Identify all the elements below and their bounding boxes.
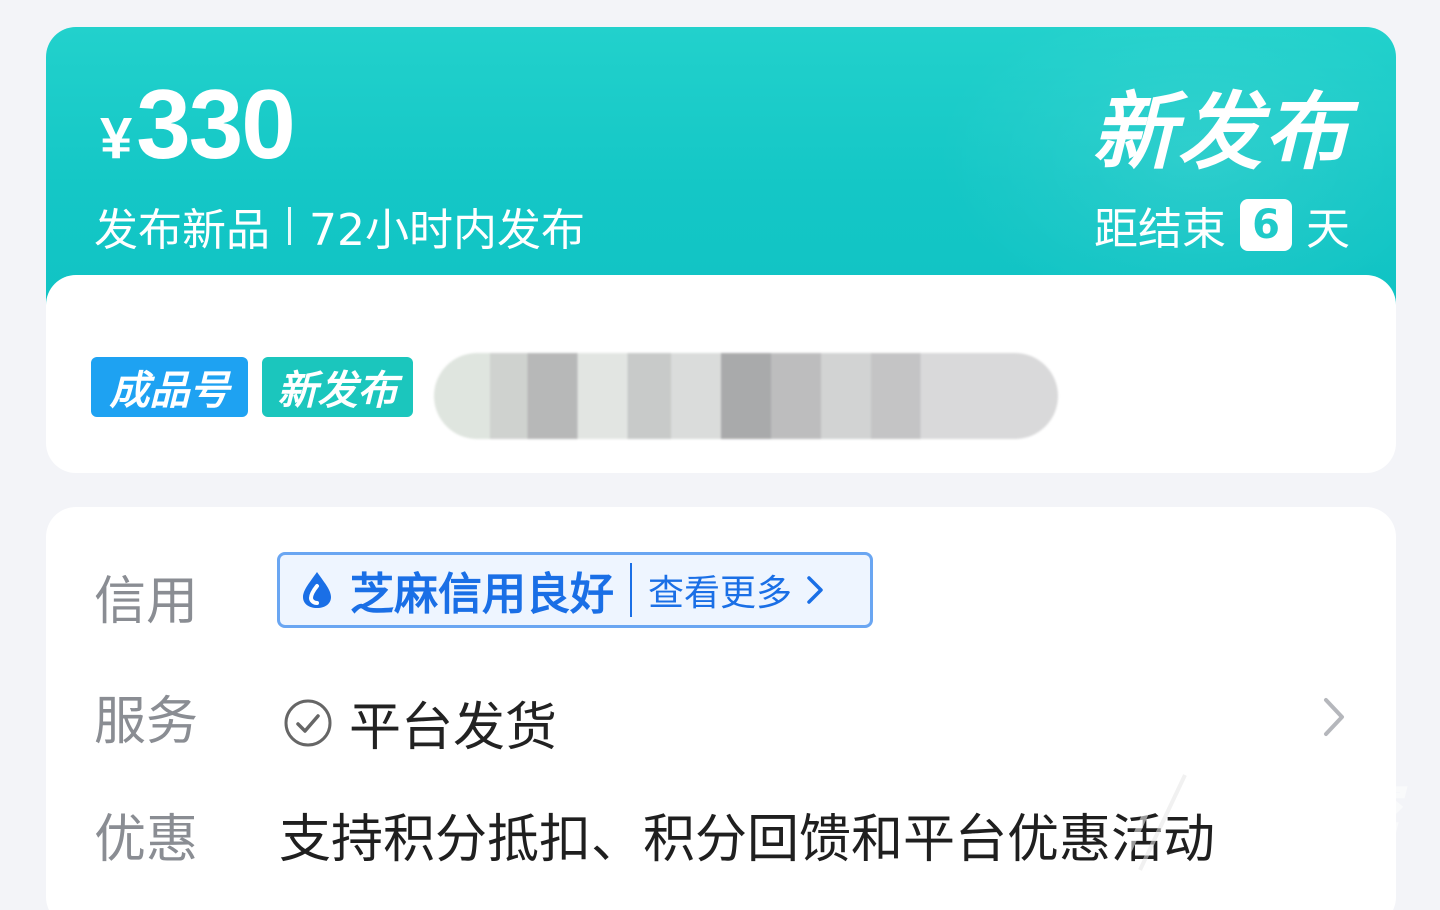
countdown: 距结束 6 天 xyxy=(1094,193,1350,257)
discount-label: 优惠 xyxy=(94,810,199,870)
tag-finished-account: 成品号 xyxy=(91,357,248,417)
jiuyou-watermark-logo: 九游 xyxy=(1117,757,1408,873)
service-value: 平台发货 xyxy=(349,698,558,758)
status-title: 新发布 xyxy=(1091,83,1350,181)
subtitle-left: 发布新品 xyxy=(94,205,270,256)
countdown-suffix: 天 xyxy=(1306,204,1350,255)
countdown-prefix: 距结束 xyxy=(1094,204,1226,255)
credit-divider xyxy=(630,563,632,617)
sesame-drop-icon xyxy=(303,572,331,608)
credit-label: 信用 xyxy=(94,572,199,632)
subtitle-right: 72小时内发布 xyxy=(309,205,585,256)
countdown-days: 6 xyxy=(1240,199,1292,251)
discount-value: 支持积分抵扣、积分回馈和平台优惠活动 xyxy=(279,810,1216,870)
currency-symbol: ¥ xyxy=(100,106,132,171)
price: ¥ 330 xyxy=(100,69,296,179)
tag-new-release: 新发布 xyxy=(262,357,413,417)
credit-badge[interactable]: 芝麻信用良好 查看更多 xyxy=(277,552,873,628)
subtitle-separator xyxy=(288,207,291,245)
chevron-right-icon xyxy=(807,576,823,604)
service-label: 服务 xyxy=(94,692,199,752)
check-circle-icon xyxy=(284,699,332,746)
blurred-listing-title xyxy=(434,353,1058,439)
credit-status: 芝麻信用良好 xyxy=(350,569,614,620)
service-chevron-right-icon[interactable] xyxy=(1320,696,1348,738)
banner-subtitle: 发布新品 72小时内发布 xyxy=(94,194,585,258)
service-row[interactable]: 平台发货 xyxy=(283,685,557,760)
view-more-link[interactable]: 查看更多 xyxy=(648,564,792,616)
price-banner: ¥ 330 发布新品 72小时内发布 新发布 距结束 6 天 xyxy=(46,27,1396,317)
svg-text:九游: 九游 xyxy=(1220,771,1406,871)
price-amount: 330 xyxy=(136,69,296,179)
listing-title-card: 成品号 新发布 xyxy=(46,275,1396,473)
